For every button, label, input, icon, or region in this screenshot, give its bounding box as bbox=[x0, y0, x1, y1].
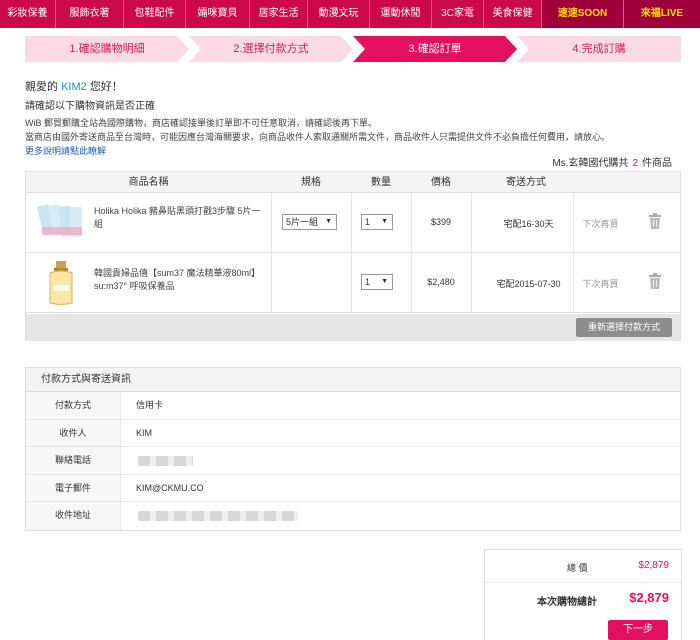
next-step-button[interactable]: 下一步 bbox=[608, 620, 668, 640]
nav-item-3c[interactable]: 3C家電 bbox=[432, 0, 484, 28]
step-3-label: 3.確認訂單 bbox=[408, 43, 462, 55]
step-4: 4.完成訂購 bbox=[517, 36, 681, 62]
greeting-prefix: 親愛的 bbox=[25, 81, 58, 93]
dropdown-arrow-icon: ▼ bbox=[325, 218, 332, 225]
order-summary: 總 價 $2,879 本次購物總計 $2,879 下一步 bbox=[484, 549, 682, 640]
header-product: 商品名稱 bbox=[128, 177, 169, 188]
trash-icon[interactable] bbox=[648, 273, 662, 289]
dropdown-arrow-icon: ▼ bbox=[381, 218, 388, 225]
info-row-payment: 付款方式 信用卡 bbox=[26, 392, 680, 420]
step-2: 2.選擇付款方式 bbox=[189, 36, 353, 62]
dropdown-arrow-icon: ▼ bbox=[381, 278, 388, 285]
item-count: 2 bbox=[632, 158, 638, 169]
notice-line-2: 當商店由國外寄送商品至台灣時，可能因應台灣海關要求，向商品收件人索取通關所需文件… bbox=[25, 132, 611, 142]
nav-item-food[interactable]: 美食保健 bbox=[484, 0, 542, 28]
buyer-prefix: Ms.玄韓國代購共 bbox=[552, 158, 629, 169]
col-divider bbox=[573, 193, 574, 253]
info-label: 收件地址 bbox=[26, 502, 121, 530]
cart-footer: 重新選擇付款方式 bbox=[26, 314, 680, 341]
info-value: KIM@CKMU.CO bbox=[136, 482, 204, 493]
buyer-summary: Ms.玄韓國代購共 2 件商品 bbox=[552, 154, 672, 169]
table-row: 韓國貴婦品僖【sum37 魔法精華液80ml】 su:m37° 呼吸保養品 1 ▼… bbox=[26, 253, 680, 313]
header-shipping: 寄送方式 bbox=[506, 177, 546, 188]
greeting-suffix: 您好！ bbox=[89, 81, 123, 93]
step-3: 3.確認訂單 bbox=[353, 36, 517, 62]
payment-info-title: 付款方式與寄送資訊 bbox=[26, 368, 680, 392]
info-row-address: 收件地址 bbox=[26, 502, 680, 530]
header-price: 價格 bbox=[431, 177, 451, 188]
more-info-link[interactable]: 更多說明請點此瞭解 bbox=[25, 144, 106, 157]
product-price: $2,480 bbox=[427, 277, 455, 287]
col-divider bbox=[271, 193, 272, 253]
shipping-method: 宅配2015-07-30 bbox=[496, 279, 561, 289]
nav-item-baby[interactable]: 孀咪寶貝 bbox=[186, 0, 250, 28]
reselect-payment-button[interactable]: 重新選擇付款方式 bbox=[576, 318, 672, 337]
qty-value: 1 bbox=[365, 277, 371, 287]
nav-item-anime[interactable]: 動漫文玩 bbox=[308, 0, 370, 28]
summary-divider bbox=[485, 582, 681, 583]
nav-item-soon[interactable]: 速速SOON bbox=[542, 0, 624, 28]
trash-icon[interactable] bbox=[648, 213, 662, 229]
cart-table: 商品名稱 規格 數量 價格 寄送方式 Holika Holika 豬鼻貼黑頭打戳… bbox=[25, 171, 681, 341]
col-divider bbox=[471, 253, 472, 313]
step-4-label: 4.完成訂購 bbox=[572, 43, 626, 55]
notice-line-1: WiB 郵貿郵購全站為國際購物，商店確認接單後訂單即不可任意取消，請確認後再下單… bbox=[25, 118, 377, 128]
buyer-suffix: 件商品 bbox=[642, 158, 672, 169]
table-row: Holika Holika 豬鼻貼黑頭打戳3步驟 5片一組 5片一組 ▼ 1 ▼ $… bbox=[26, 193, 680, 253]
redacted-address bbox=[138, 511, 298, 521]
product-image bbox=[36, 199, 86, 247]
product-image bbox=[36, 259, 86, 307]
checkout-steps: 1.確認購物明細 2.選擇付款方式 3.確認訂單 4.完成訂購 bbox=[25, 36, 681, 62]
product-price: $399 bbox=[430, 217, 452, 227]
product-name: 韓國貴婦品僖【sum37 魔法精華液80ml】 su:m37° 呼吸保養品 bbox=[94, 268, 261, 291]
grand-total-value: $2,879 bbox=[629, 590, 669, 605]
col-divider bbox=[351, 253, 352, 313]
shipping-method: 宅配16-30天 bbox=[503, 219, 554, 229]
col-divider bbox=[573, 253, 574, 313]
qty-select[interactable]: 1 ▼ bbox=[361, 274, 393, 290]
top-nav: 彩妝保養 服飾衣著 包鞋配件 孀咪寶貝 居家生活 動漫文玩 運動休閒 3C家電 … bbox=[0, 0, 700, 28]
confirm-text: 請確認以下購物資訊是否正確 bbox=[25, 101, 155, 112]
nav-item-home[interactable]: 居家生活 bbox=[250, 0, 308, 28]
spec-value: 5片一組 bbox=[286, 217, 319, 227]
buy-later-link[interactable]: 下次再買 bbox=[578, 277, 623, 290]
step-1: 1.確認購物明細 bbox=[25, 36, 189, 62]
cart-header: 商品名稱 規格 數量 價格 寄送方式 bbox=[26, 172, 680, 193]
grand-total-label: 本次購物總計 bbox=[537, 597, 597, 608]
info-label: 電子郵件 bbox=[26, 474, 121, 501]
nav-item-bags[interactable]: 包鞋配件 bbox=[124, 0, 186, 28]
info-value: KIM bbox=[136, 427, 153, 438]
col-divider bbox=[271, 253, 272, 313]
header-spec: 規格 bbox=[301, 177, 321, 188]
nav-item-sports[interactable]: 運動休閒 bbox=[370, 0, 432, 28]
info-label: 付款方式 bbox=[26, 392, 121, 419]
redacted-phone bbox=[138, 456, 193, 466]
greeting: 親愛的 KIM2 您好！ bbox=[25, 78, 123, 94]
nav-item-clothing[interactable]: 服飾衣著 bbox=[56, 0, 124, 28]
spec-select[interactable]: 5片一組 ▼ bbox=[282, 214, 337, 230]
buy-later-link[interactable]: 下次再買 bbox=[578, 217, 623, 230]
step-1-label: 1.確認購物明細 bbox=[69, 43, 145, 55]
qty-value: 1 bbox=[365, 217, 371, 227]
info-row-recipient: 收件人 KIM bbox=[26, 419, 680, 447]
info-label: 收件人 bbox=[26, 419, 121, 446]
info-label: 聯絡電話 bbox=[26, 447, 121, 474]
total-value: $2,879 bbox=[638, 560, 669, 571]
info-row-phone: 聯絡電話 bbox=[26, 447, 680, 475]
product-name: Holika Holika 豬鼻貼黑頭打戳3步驟 5片一組 bbox=[94, 206, 261, 229]
step-2-label: 2.選擇付款方式 bbox=[233, 43, 309, 55]
total-label: 總 價 bbox=[567, 563, 588, 573]
col-divider bbox=[471, 193, 472, 253]
qty-select[interactable]: 1 ▼ bbox=[361, 214, 393, 230]
nav-item-live[interactable]: 來福LIVE bbox=[624, 0, 700, 28]
user-name: KIM2 bbox=[61, 81, 87, 93]
info-value: 信用卡 bbox=[136, 400, 164, 410]
header-qty: 數量 bbox=[371, 177, 391, 188]
col-divider bbox=[351, 193, 352, 253]
payment-info: 付款方式與寄送資訊 付款方式 信用卡 收件人 KIM 聯絡電話 電子郵件 KIM… bbox=[25, 367, 681, 531]
info-row-email: 電子郵件 KIM@CKMU.CO bbox=[26, 474, 680, 502]
nav-item-cosmetics[interactable]: 彩妝保養 bbox=[0, 0, 56, 28]
